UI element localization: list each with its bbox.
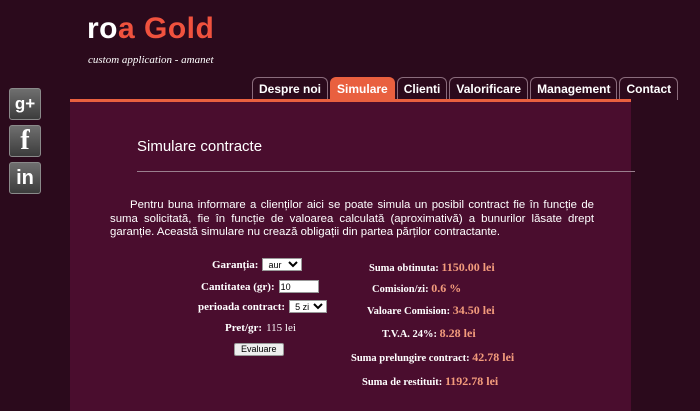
- tab-clienti[interactable]: Clienti: [396, 77, 448, 100]
- garantia-select[interactable]: aur 18k: [262, 258, 303, 271]
- logo[interactable]: roa Gold: [87, 12, 214, 46]
- result-suma-obtinuta: Suma obtinuta: 1150.00 lei: [369, 260, 495, 275]
- linkedin-icon[interactable]: in: [9, 162, 41, 194]
- result-label: Suma de restituit:: [362, 377, 443, 388]
- perioada-label: perioada contract:: [198, 300, 286, 313]
- pret-value: 115 lei: [266, 322, 296, 334]
- result-label: Suma prelungire contract:: [351, 353, 470, 364]
- result-suma-prelungire: Suma prelungire contract: 42.78 lei: [351, 350, 514, 365]
- result-value: 34.50 lei: [452, 303, 495, 317]
- result-value: 1192.78 lei: [444, 374, 499, 388]
- garantia-row: Garanția: aur 18k: [212, 258, 303, 271]
- tab-valorificare[interactable]: Valorificare: [449, 77, 529, 100]
- result-value: 8.28 lei: [439, 326, 476, 340]
- result-label: Suma obtinuta:: [369, 263, 439, 274]
- perioada-select[interactable]: 5 zile: [289, 300, 328, 313]
- result-label: Comision/zi:: [372, 284, 429, 295]
- facebook-icon[interactable]: f: [9, 125, 41, 157]
- tab-contact[interactable]: Contact: [619, 77, 679, 100]
- intro-text: Pentru buna informare a clienților aici …: [110, 199, 594, 238]
- result-valoare-comision: Valoare Comision: 34.50 lei: [367, 303, 495, 318]
- tab-simulare[interactable]: Simulare: [330, 77, 395, 100]
- result-value: 0.6 %: [431, 281, 462, 295]
- main-nav: Despre noi Simulare Clienti Valorificare…: [252, 77, 679, 100]
- tab-management[interactable]: Management: [530, 77, 618, 100]
- result-value: 1150.00 lei: [441, 260, 495, 274]
- garantia-label: Garanția:: [212, 258, 259, 271]
- logo-part1: ro: [87, 12, 118, 45]
- result-label: T.V.A. 24%:: [382, 329, 438, 340]
- divider: [137, 171, 635, 172]
- tagline: custom application - amanet: [88, 54, 214, 66]
- tab-despre-noi[interactable]: Despre noi: [252, 77, 329, 100]
- evaluare-button[interactable]: Evaluare: [234, 343, 284, 356]
- logo-part3: Gold: [135, 12, 215, 45]
- result-tva: T.V.A. 24%: 8.28 lei: [382, 326, 476, 341]
- cantitatea-input[interactable]: [278, 280, 319, 293]
- logo-part2: a: [118, 12, 136, 45]
- pret-row: Pret/gr: 115 lei: [225, 322, 296, 334]
- google-plus-icon[interactable]: g+: [9, 88, 41, 120]
- cantitatea-row: Cantitatea (gr):: [201, 280, 319, 293]
- result-suma-restituit: Suma de restituit: 1192.78 lei: [362, 374, 498, 389]
- perioada-row: perioada contract: 5 zile: [198, 300, 328, 313]
- pret-label: Pret/gr:: [225, 322, 263, 334]
- page-title: Simulare contracte: [137, 138, 263, 155]
- result-comision-zi: Comision/zi: 0.6 %: [372, 281, 461, 296]
- result-label: Valoare Comision:: [367, 306, 451, 317]
- result-value: 42.78 lei: [472, 350, 515, 364]
- content-panel: Simulare contracte Pentru buna informare…: [70, 99, 635, 411]
- cantitatea-label: Cantitatea (gr):: [201, 280, 275, 293]
